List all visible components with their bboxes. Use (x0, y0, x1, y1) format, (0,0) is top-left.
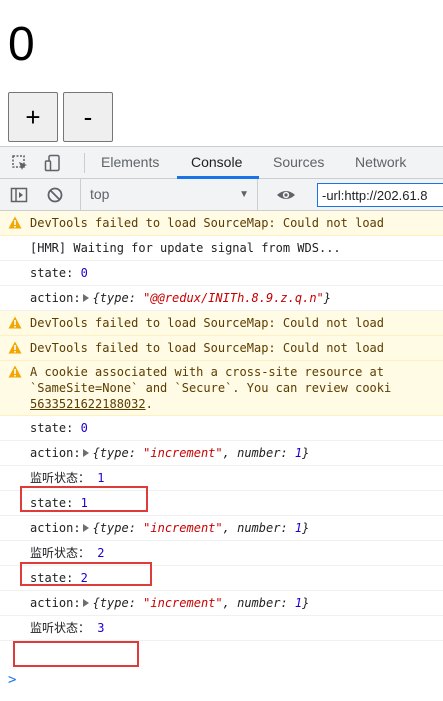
action-label: action: (30, 521, 81, 535)
clear-console-icon[interactable] (46, 186, 64, 204)
action-object[interactable]: {type: "increment", number: 1} (93, 596, 310, 610)
expand-triangle-icon[interactable] (82, 449, 89, 457)
action-label: action: (30, 446, 81, 460)
state-value: 0 (80, 266, 88, 280)
context-selector[interactable]: top ▼ (80, 179, 258, 210)
console-prompt-icon[interactable]: > (8, 672, 16, 688)
tab-console[interactable]: Console (189, 147, 244, 179)
console-warning: DevTools failed to load SourceMap: Could… (0, 211, 443, 236)
action-label: action: (30, 596, 81, 610)
cookie-warning-line: A cookie associated with a cross-site re… (30, 365, 385, 379)
console-log: state: 2 (0, 566, 443, 591)
console-log: action: {type: "@@redux/INITh.8.9.z.q.n"} (0, 286, 443, 311)
console-log: action: {type: "increment", number: 1} (0, 591, 443, 616)
listen-label: 监听状态： (30, 546, 91, 560)
cookie-warning-line: `SameSite=None` and `Secure`. You can re… (30, 381, 392, 395)
console-warning: DevTools failed to load SourceMap: Could… (0, 311, 443, 336)
state-value: 0 (80, 421, 88, 435)
console-log: state: 0 (0, 261, 443, 286)
warning-icon (8, 341, 22, 354)
warning-text: DevTools failed to load SourceMap: Could… (30, 216, 385, 230)
state-value: 2 (80, 571, 88, 585)
console-toolbar: top ▼ (0, 179, 443, 211)
console-log: [HMR] Waiting for update signal from WDS… (0, 236, 443, 261)
state-label: state: (30, 496, 74, 510)
inspect-element-icon[interactable] (11, 154, 29, 172)
live-expression-eye-icon[interactable] (276, 186, 296, 204)
console-filter-input[interactable] (317, 183, 443, 207)
context-value: top (90, 186, 110, 202)
tab-network[interactable]: Network (353, 147, 408, 179)
console-log: state: 0 (0, 416, 443, 441)
device-toolbar-icon[interactable] (44, 154, 62, 172)
listen-value: 2 (97, 546, 105, 560)
action-object[interactable]: {type: "@@redux/INITh.8.9.z.q.n"} (93, 291, 331, 305)
console-log: action: {type: "increment", number: 1} (0, 516, 443, 541)
decrement-button[interactable]: - (63, 92, 113, 142)
toolbar-divider (84, 153, 85, 173)
warning-icon (8, 316, 22, 329)
console-log: 监听状态： 1 (0, 466, 443, 491)
listen-label: 监听状态： (30, 621, 91, 635)
listen-value: 3 (97, 621, 105, 635)
tab-sources[interactable]: Sources (271, 147, 326, 179)
show-sidebar-icon[interactable] (10, 186, 28, 204)
state-label: state: (30, 571, 74, 585)
console-log: action: {type: "increment", number: 1} (0, 441, 443, 466)
console-messages: DevTools failed to load SourceMap: Could… (0, 211, 443, 641)
increment-button[interactable]: + (8, 92, 58, 142)
console-log: state: 1 (0, 491, 443, 516)
action-object[interactable]: {type: "increment", number: 1} (93, 446, 310, 460)
chevron-down-icon: ▼ (239, 189, 249, 200)
log-text: [HMR] Waiting for update signal from WDS… (30, 241, 341, 255)
devtools-tabbar: Elements Console Sources Network (0, 147, 443, 179)
devtools-panel: Elements Console Sources Network top ▼ D… (0, 146, 443, 701)
action-label: action: (30, 291, 81, 305)
console-log: 监听状态： 2 (0, 541, 443, 566)
expand-triangle-icon[interactable] (82, 524, 89, 532)
state-value: 1 (80, 496, 88, 510)
warning-text: DevTools failed to load SourceMap: Could… (30, 341, 385, 355)
warning-text: DevTools failed to load SourceMap: Could… (30, 316, 385, 330)
expand-triangle-icon[interactable] (82, 294, 89, 302)
warning-icon (8, 216, 22, 229)
listen-value: 1 (97, 471, 105, 485)
tab-elements[interactable]: Elements (99, 147, 161, 179)
state-label: state: (30, 266, 74, 280)
console-log: 监听状态： 3 (0, 616, 443, 641)
cookie-warning-link[interactable]: 5633521622188032 (30, 397, 146, 411)
state-label: state: (30, 421, 74, 435)
listen-label: 监听状态： (30, 471, 91, 485)
console-warning-cookie: A cookie associated with a cross-site re… (0, 361, 443, 416)
console-warning: DevTools failed to load SourceMap: Could… (0, 336, 443, 361)
warning-icon (8, 365, 22, 378)
action-object[interactable]: {type: "increment", number: 1} (93, 521, 310, 535)
expand-triangle-icon[interactable] (82, 599, 89, 607)
counter-value: 0 (8, 18, 35, 71)
